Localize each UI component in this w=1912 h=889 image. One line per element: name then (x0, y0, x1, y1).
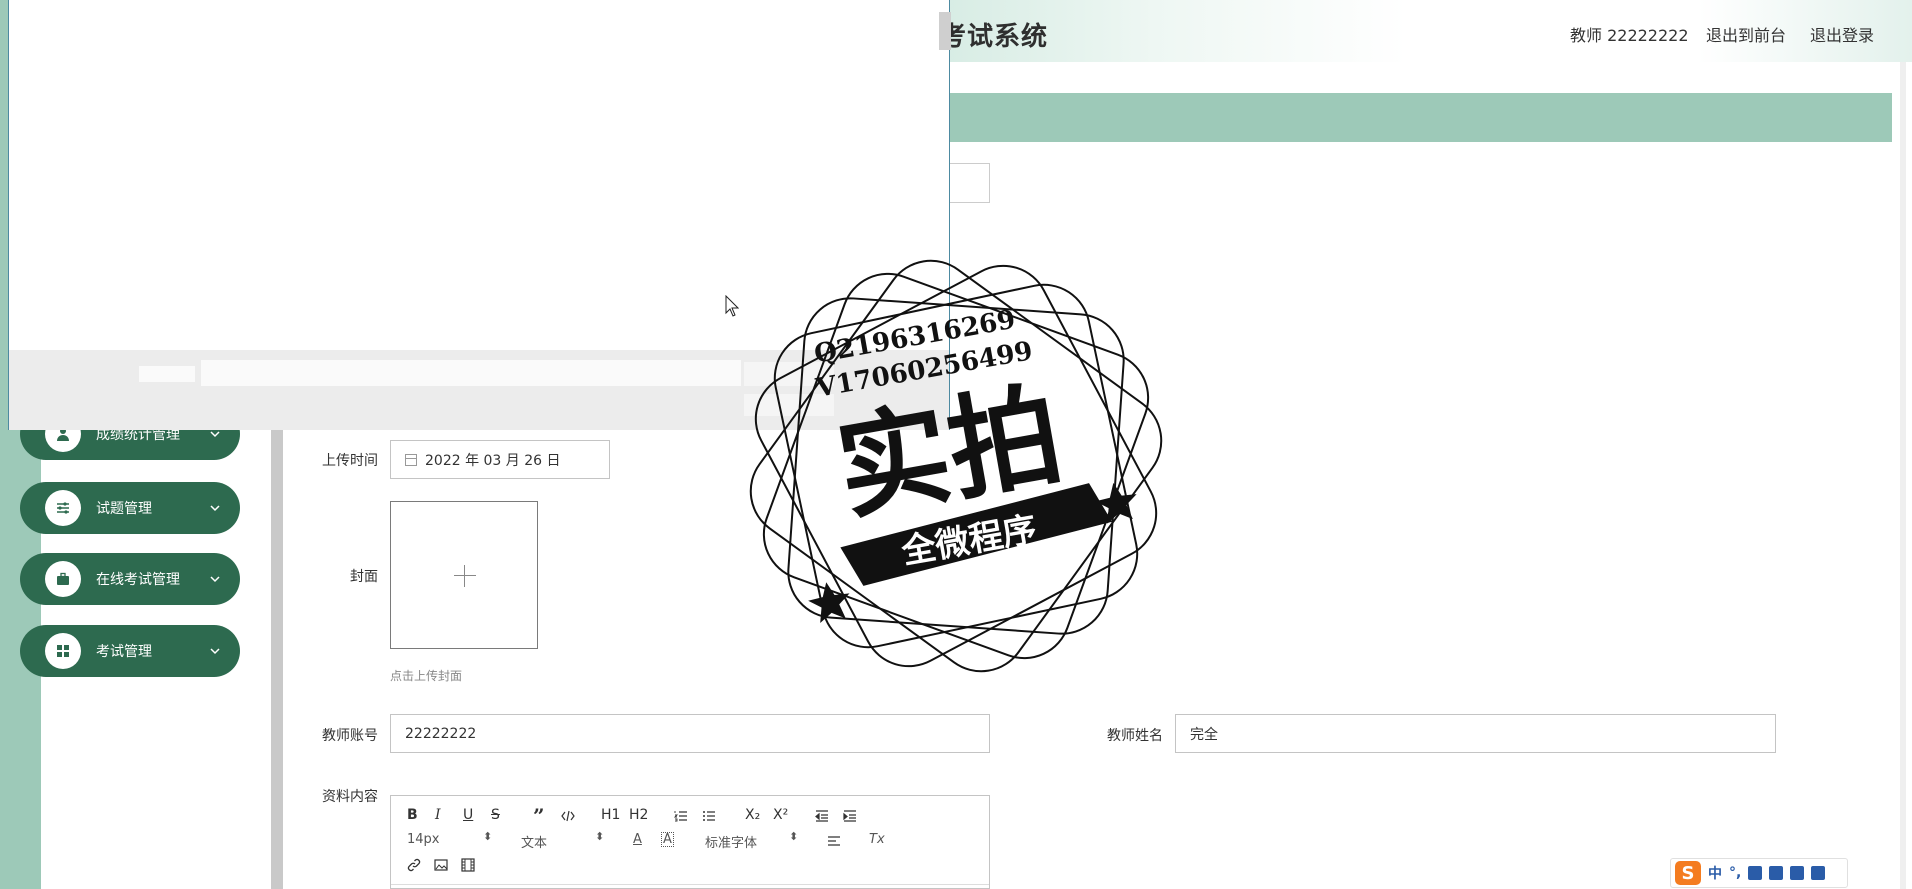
cover-hint: 点击上传封面 (390, 669, 463, 683)
sogou-logo-icon[interactable]: S (1675, 861, 1701, 885)
image-icon[interactable] (434, 858, 448, 872)
punctuation-icon[interactable]: °, (1729, 865, 1741, 881)
plus-icon (464, 565, 465, 587)
skin-icon[interactable] (1790, 866, 1805, 880)
font-family-select[interactable]: 标准字体 (705, 832, 757, 851)
popup-scrollbar[interactable] (939, 12, 951, 50)
chevron-down-icon (210, 648, 220, 655)
calendar-icon (405, 453, 417, 466)
popup-placeholder-block (139, 366, 195, 382)
ime-toolbar[interactable]: S 中 °, (1670, 858, 1848, 888)
microphone-icon[interactable] (1748, 866, 1763, 880)
select-arrows-icon: ⬍ (595, 830, 605, 843)
select-arrows-icon: ⬍ (483, 830, 493, 843)
sidebar-item-online-exam-mgmt[interactable]: 在线考试管理 (20, 553, 240, 605)
italic-button[interactable]: I (435, 807, 441, 823)
subscript-button[interactable]: X₂ (745, 807, 760, 823)
background-color-button[interactable]: A (661, 832, 674, 847)
toolbox-icon[interactable] (1811, 866, 1826, 880)
h2-button[interactable]: H2 (629, 807, 648, 823)
font-color-button[interactable]: A (633, 832, 642, 847)
briefcase-icon (45, 561, 81, 597)
video-icon[interactable] (461, 858, 475, 872)
mouse-cursor-icon (725, 295, 739, 317)
upload-time-label: 上传时间 (322, 453, 378, 469)
sidebar-item-exam-mgmt[interactable]: 考试管理 (20, 625, 240, 677)
logout-link[interactable]: 退出登录 (1810, 22, 1874, 46)
h1-button[interactable]: H1 (601, 807, 620, 823)
chevron-down-icon (210, 505, 220, 512)
ime-language-toggle[interactable]: 中 (1708, 863, 1722, 883)
font-size-select[interactable]: 14px (407, 832, 440, 847)
breadcrumb-bar (940, 93, 1892, 142)
chevron-down-icon (210, 576, 220, 583)
keyboard-icon[interactable] (1769, 866, 1784, 880)
current-user[interactable]: 教师 22222222 (1570, 22, 1689, 46)
teacher-account-value: 22222222 (405, 725, 477, 742)
outdent-icon[interactable] (815, 809, 829, 823)
grid-icon (45, 633, 81, 669)
select-arrows-icon: ⬍ (789, 830, 799, 843)
strike-button[interactable]: S (491, 807, 500, 823)
align-left-icon[interactable] (827, 834, 841, 848)
cover-upload[interactable] (390, 501, 538, 649)
content-label: 资料内容 (322, 789, 378, 805)
bold-button[interactable]: B (407, 807, 418, 823)
bullet-list-icon[interactable] (702, 809, 716, 823)
editor-toolbar-divider (391, 884, 989, 885)
page-scrollbar[interactable] (1900, 62, 1906, 889)
sidebar-item-question-mgmt[interactable]: 试题管理 (20, 482, 240, 534)
indent-icon[interactable] (843, 809, 857, 823)
upload-time-picker[interactable]: 2022 年 03 月 26 日 (390, 440, 610, 479)
back-to-front-link[interactable]: 退出到前台 (1706, 22, 1786, 46)
superscript-button[interactable]: X² (773, 807, 788, 823)
sidebar-item-label: 在线考试管理 (96, 572, 180, 588)
link-icon[interactable] (407, 858, 421, 872)
sidebar-item-label: 考试管理 (96, 644, 152, 660)
watermark-stamp: Q2196316269 V17060256499 实拍 全微程序 (749, 259, 1163, 673)
teacher-name-value: 完全 (1190, 726, 1218, 743)
code-icon[interactable] (561, 809, 575, 823)
ordered-list-icon[interactable] (674, 809, 688, 823)
teacher-account-input[interactable]: 22222222 (390, 714, 990, 753)
cover-label: 封面 (350, 569, 378, 585)
sliders-icon (45, 490, 81, 526)
plus-icon (454, 575, 476, 576)
system-title: 考试系统 (940, 22, 1049, 52)
rich-text-editor[interactable]: B I U S ” H1 H2 X₂ X² 14px ⬍ 文本 ⬍ A A 标准… (390, 795, 990, 889)
teacher-account-label: 教师账号 (322, 728, 378, 744)
clear-format-button[interactable]: Tx (869, 832, 885, 847)
block-type-select[interactable]: 文本 (521, 832, 547, 851)
teacher-name-input[interactable]: 完全 (1175, 714, 1776, 753)
underline-button[interactable]: U (463, 807, 473, 823)
sidebar-item-label: 试题管理 (96, 501, 152, 517)
popup-placeholder-block (201, 360, 741, 386)
teacher-name-label: 教师姓名 (1107, 728, 1163, 744)
upload-time-value: 2022 年 03 月 26 日 (425, 452, 561, 469)
quote-button[interactable]: ” (533, 804, 545, 828)
